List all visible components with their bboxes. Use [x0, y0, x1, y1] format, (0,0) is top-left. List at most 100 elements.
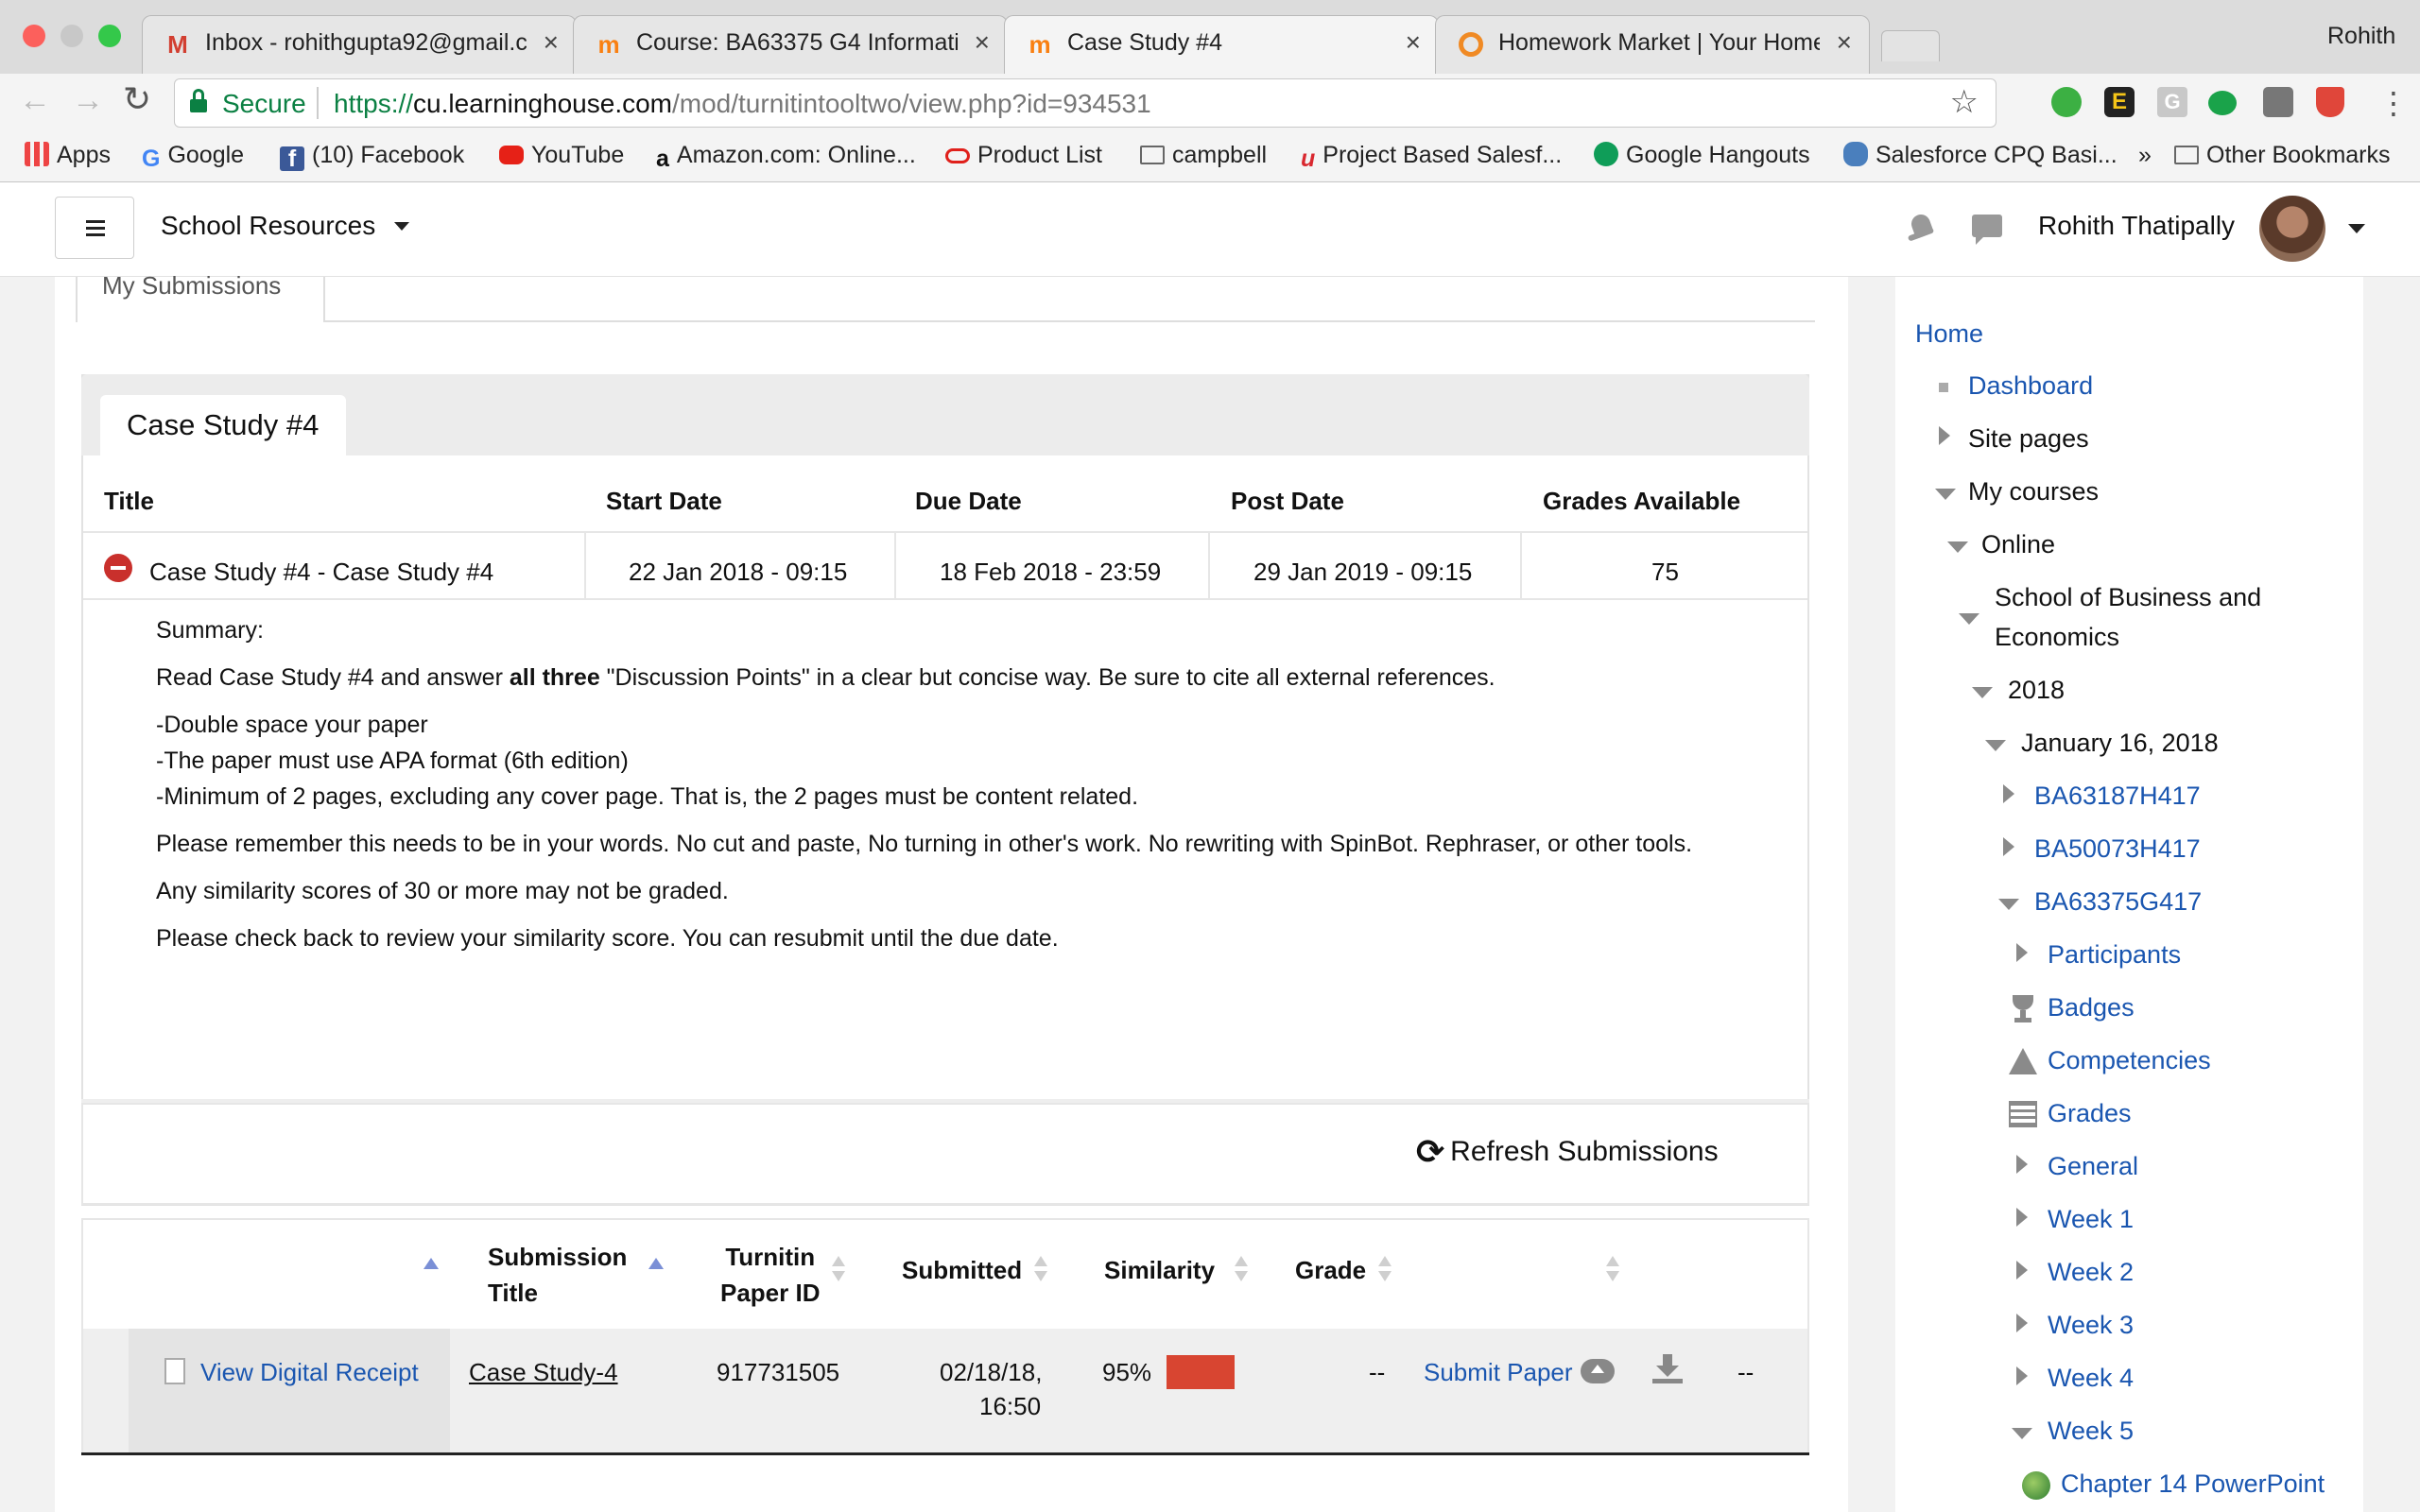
reload-icon[interactable]: ↻	[123, 79, 151, 119]
nav-week-3[interactable]: Week 3	[2048, 1311, 2134, 1340]
user-menu-caret-icon[interactable]	[2348, 224, 2365, 233]
messages-icon[interactable]	[1972, 215, 2002, 245]
nav-week-2[interactable]: Week 2	[2048, 1258, 2134, 1287]
column-header-paper-id[interactable]: Turnitin Paper ID	[720, 1239, 821, 1311]
bookmark-star-icon[interactable]: ☆	[1950, 83, 1979, 121]
close-tab-icon[interactable]: ×	[544, 27, 559, 58]
nav-dashboard[interactable]: Dashboard	[1968, 371, 2093, 401]
refresh-submissions-button[interactable]: ⟳ Refresh Submissions	[1416, 1132, 1719, 1172]
extension-shield-icon[interactable]	[2316, 87, 2344, 117]
nav-chapter-14-powerpoint[interactable]: Chapter 14 PowerPoint	[2061, 1469, 2325, 1499]
expand-icon[interactable]	[2016, 1155, 2028, 1174]
sort-icon[interactable]	[1606, 1256, 1619, 1284]
bookmark-apps[interactable]: Apps	[25, 142, 111, 169]
bookmark-other[interactable]: Other Bookmarks	[2174, 142, 2391, 169]
nav-general[interactable]: General	[2048, 1152, 2138, 1181]
bookmark-product-list[interactable]: Product List	[945, 142, 1102, 169]
url-text[interactable]: https://cu.learninghouse.com/mod/turniti…	[334, 89, 1151, 119]
nav-week-1[interactable]: Week 1	[2048, 1205, 2134, 1234]
nav-school-of-business-line2[interactable]: Economics	[1995, 623, 2119, 652]
bookmarks-overflow-icon[interactable]: »	[2138, 142, 2152, 169]
cloud-upload-icon[interactable]	[1581, 1359, 1615, 1383]
collapse-icon[interactable]	[1998, 899, 2019, 910]
sort-icon[interactable]	[1378, 1256, 1392, 1284]
similarity-score[interactable]: 95%	[1102, 1358, 1151, 1387]
sort-icon[interactable]	[1235, 1256, 1248, 1284]
close-tab-icon[interactable]: ×	[975, 27, 990, 58]
extension-evernote-icon[interactable]: E	[2104, 87, 2135, 117]
nav-course-ba63187h417[interactable]: BA63187H417	[2034, 782, 2201, 811]
expand-icon[interactable]	[2016, 1314, 2028, 1332]
collapse-icon[interactable]	[1935, 489, 1956, 500]
collapse-icon[interactable]	[1972, 687, 1993, 698]
bookmark-campbell[interactable]: campbell	[1140, 142, 1267, 169]
submit-paper-link[interactable]: Submit Paper	[1424, 1358, 1573, 1387]
address-bar[interactable]: Secure https://cu.learninghouse.com/mod/…	[174, 78, 1996, 128]
bookmark-facebook[interactable]: f (10) Facebook	[280, 142, 464, 171]
tab-inbox[interactable]: M Inbox - rohithgupta92@gmail.c ×	[142, 15, 577, 74]
notification-bell-icon[interactable]	[1907, 212, 1935, 242]
sort-asc-icon[interactable]	[424, 1258, 439, 1269]
expand-icon[interactable]	[2016, 1261, 2028, 1280]
user-name[interactable]: Rohith Thatipally	[2038, 211, 2235, 241]
bookmark-hangouts[interactable]: Google Hangouts	[1594, 142, 1810, 169]
bookmark-salesforce-cpq[interactable]: Salesforce CPQ Basi...	[1843, 142, 2118, 169]
maximize-window-button[interactable]	[98, 25, 121, 47]
nav-participants[interactable]: Participants	[2048, 940, 2181, 970]
extension-green-icon[interactable]	[2051, 87, 2082, 117]
extension-grammarly-icon[interactable]: G	[2157, 87, 2187, 117]
bookmark-google[interactable]: G Google	[142, 142, 244, 172]
expand-icon[interactable]	[2016, 1366, 2028, 1385]
nav-drawer-button[interactable]	[55, 197, 134, 259]
nav-grades[interactable]: Grades	[2048, 1099, 2132, 1128]
view-digital-receipt-link[interactable]: View Digital Receipt	[200, 1358, 419, 1387]
nav-course-ba63375g417[interactable]: BA63375G417	[2034, 887, 2202, 917]
forward-arrow-icon[interactable]: →	[72, 82, 104, 119]
close-tab-icon[interactable]: ×	[1406, 27, 1421, 58]
new-tab-button[interactable]	[1881, 30, 1940, 61]
expand-icon[interactable]	[2003, 837, 2014, 856]
collapse-icon[interactable]	[1947, 541, 1968, 553]
similarity-bar[interactable]	[1167, 1355, 1235, 1389]
close-window-button[interactable]	[23, 25, 45, 47]
nav-online[interactable]: Online	[1981, 530, 2055, 559]
collapse-icon[interactable]	[1985, 740, 2006, 751]
nav-2018[interactable]: 2018	[2008, 676, 2065, 705]
nav-competencies[interactable]: Competencies	[2048, 1046, 2211, 1075]
nav-badges[interactable]: Badges	[2048, 993, 2135, 1022]
extension-signal-icon[interactable]	[2208, 91, 2237, 115]
expand-icon[interactable]	[2003, 784, 2014, 803]
nav-course-ba50073h417[interactable]: BA50073H417	[2034, 834, 2201, 864]
collapse-icon[interactable]	[1959, 613, 1979, 625]
nav-week-4[interactable]: Week 4	[2048, 1364, 2134, 1393]
tab-case-study-4[interactable]: Case Study #4	[100, 395, 346, 455]
nav-site-pages[interactable]: Site pages	[1968, 424, 2089, 454]
bookmark-project-based[interactable]: u Project Based Salesf...	[1301, 142, 1562, 172]
expand-icon[interactable]	[2016, 1208, 2028, 1227]
submission-title-link[interactable]: Case Study-4	[469, 1358, 618, 1387]
column-header-similarity[interactable]: Similarity	[1104, 1256, 1215, 1285]
minimize-window-button[interactable]	[60, 25, 83, 47]
tab-case-study[interactable]: m Case Study #4 ×	[1004, 15, 1439, 74]
nav-my-courses[interactable]: My courses	[1968, 477, 2099, 507]
tab-homework-market[interactable]: Homework Market | Your Home ×	[1435, 15, 1870, 74]
download-icon[interactable]	[1652, 1354, 1683, 1384]
nav-home[interactable]: Home	[1915, 319, 1983, 349]
extension-gray-icon[interactable]	[2263, 87, 2293, 117]
bookmark-youtube[interactable]: YouTube	[499, 142, 624, 169]
column-header-submitted[interactable]: Submitted	[902, 1256, 1022, 1285]
back-arrow-icon[interactable]: ←	[19, 82, 51, 119]
expand-icon[interactable]	[2016, 943, 2028, 962]
expand-icon[interactable]	[1939, 426, 1950, 445]
column-header-grade[interactable]: Grade	[1295, 1256, 1366, 1285]
bookmark-amazon[interactable]: a Amazon.com: Online...	[656, 142, 916, 172]
nav-week-5[interactable]: Week 5	[2048, 1417, 2134, 1446]
collapse-icon[interactable]	[2012, 1428, 2032, 1439]
sort-icon[interactable]	[1034, 1256, 1047, 1284]
sort-asc-icon[interactable]	[648, 1258, 664, 1269]
column-header-submission-title[interactable]: Submission Title	[488, 1239, 627, 1311]
browser-menu-icon[interactable]: ⋮	[2378, 85, 2409, 121]
tab-my-submissions[interactable]: My Submissions	[76, 271, 325, 322]
sort-icon[interactable]	[832, 1256, 845, 1284]
tab-course[interactable]: m Course: BA63375 G4 Informati ×	[573, 15, 1008, 74]
